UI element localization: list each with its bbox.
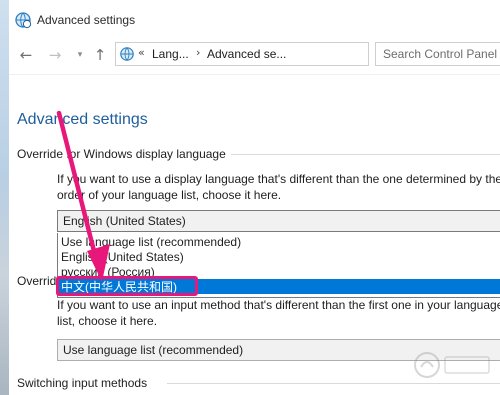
window-title: Advanced settings xyxy=(37,13,136,27)
section-divider xyxy=(231,154,500,155)
dropdown-option[interactable]: English (United States) xyxy=(58,249,500,264)
display-language-description: If you want to use a display language th… xyxy=(57,172,500,202)
address-bar[interactable]: « Lang... › Advanced se... xyxy=(115,42,369,66)
annotation-highlight-box xyxy=(56,276,198,296)
address-overflow[interactable]: « xyxy=(138,46,145,59)
watermark-logo xyxy=(407,345,499,395)
title-bar: Advanced settings xyxy=(9,0,500,38)
navigation-bar: ← → ▾ ↑ « Lang... › Advanced se... Searc… xyxy=(9,38,500,74)
chevron-down-icon[interactable]: ▾ xyxy=(71,46,89,64)
main-content: Advanced settings Override for Windows d… xyxy=(9,74,500,395)
display-language-select[interactable]: English (United States) xyxy=(57,210,500,232)
page-title: Advanced settings xyxy=(17,111,148,128)
search-input[interactable]: Search Control Panel xyxy=(375,42,500,66)
chevron-right-icon[interactable]: › xyxy=(196,46,200,59)
input-method-header: Overrid xyxy=(17,274,57,288)
dropdown-option[interactable]: Use language list (recommended) xyxy=(58,234,500,249)
globe-clock-icon xyxy=(120,47,134,61)
arrow-right-icon[interactable]: → xyxy=(46,46,64,64)
input-method-description: If you want to use an input method that'… xyxy=(57,298,500,328)
breadcrumb-advanced-settings[interactable]: Advanced se... xyxy=(207,47,286,61)
desktop-background-edge xyxy=(0,0,9,395)
display-language-header: Override for Windows display language xyxy=(17,147,226,161)
control-panel-window: Advanced settings ← → ▾ ↑ « Lang... › Ad… xyxy=(9,0,500,395)
arrow-left-icon[interactable]: ← xyxy=(17,46,35,64)
breadcrumb-language[interactable]: Lang... xyxy=(152,47,189,61)
globe-clock-icon xyxy=(15,12,32,29)
arrow-up-icon[interactable]: ↑ xyxy=(91,46,109,64)
switching-input-methods-header: Switching input methods xyxy=(17,376,148,390)
